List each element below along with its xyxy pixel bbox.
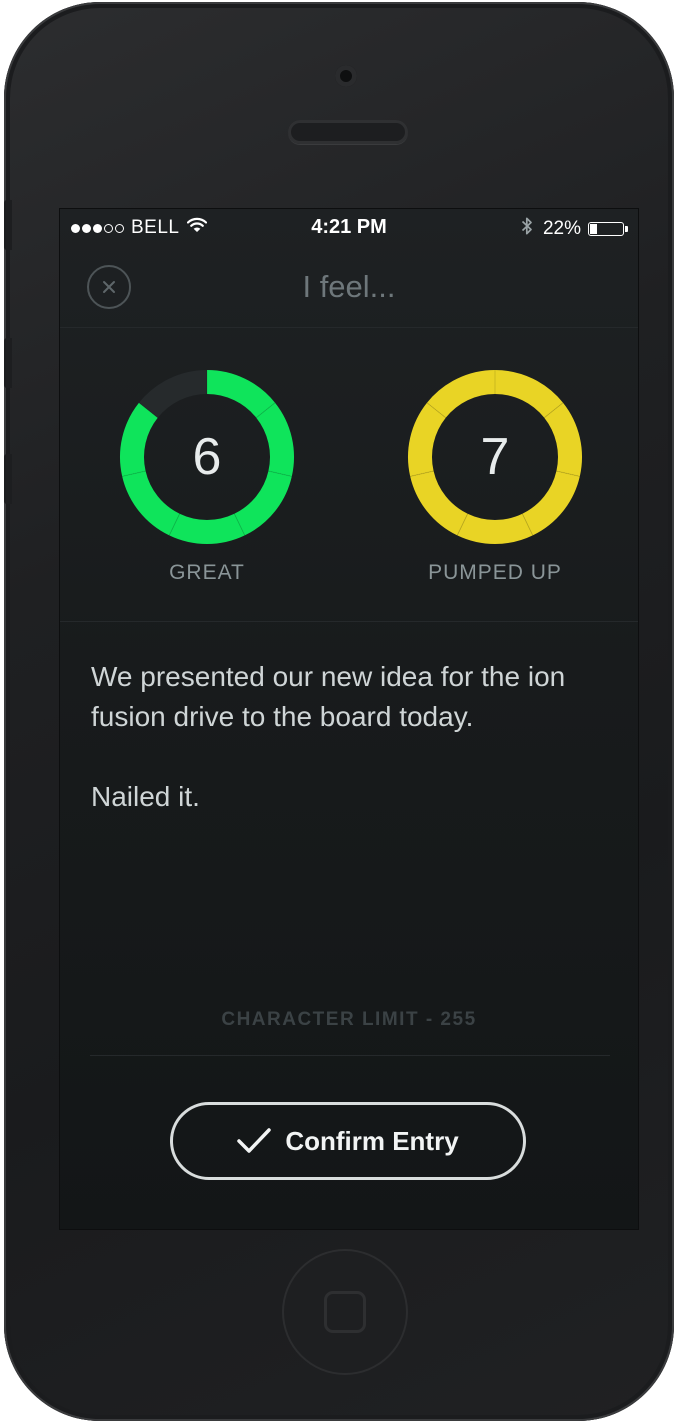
- mood-value: 6: [192, 428, 222, 486]
- entry-paragraph: We presented our new idea for the ion fu…: [91, 661, 566, 732]
- page-title: I feel...: [302, 269, 396, 304]
- divider: [90, 1055, 610, 1056]
- mute-switch: [4, 200, 12, 250]
- app-screen: BELL 4:21 PM 22% I feel... 6 GREAT 7 PUM…: [59, 208, 639, 1230]
- confirm-entry-button[interactable]: Confirm Entry: [170, 1102, 526, 1180]
- checkmark-icon: [237, 1128, 272, 1154]
- battery-icon: [588, 222, 628, 236]
- earpiece-speaker: [288, 120, 408, 144]
- header-bar: I feel...: [60, 245, 638, 328]
- phone-frame: BELL 4:21 PM 22% I feel... 6 GREAT 7 PUM…: [4, 2, 674, 1421]
- mood-label: GREAT: [169, 561, 245, 584]
- mood-value: 7: [480, 428, 510, 486]
- status-bar: BELL 4:21 PM 22%: [60, 209, 638, 245]
- mood-gauge-great[interactable]: 6 GREAT: [117, 367, 297, 584]
- bluetooth-icon: [521, 216, 533, 242]
- mood-gauge-pumped-up[interactable]: 7 PUMPED UP: [405, 367, 585, 584]
- character-limit: CHARACTER LIMIT - 255: [221, 1009, 477, 1030]
- status-right: 22%: [521, 216, 628, 242]
- mood-gauges: 6 GREAT 7 PUMPED UP: [60, 329, 638, 622]
- battery-percent: 22%: [542, 218, 581, 239]
- home-button-icon: [324, 1291, 366, 1333]
- journal-entry-text[interactable]: We presented our new idea for the ion fu…: [91, 657, 611, 857]
- confirm-entry-label: Confirm Entry: [285, 1125, 459, 1156]
- front-camera: [335, 65, 357, 87]
- mood-label: PUMPED UP: [428, 561, 562, 584]
- entry-paragraph: Nailed it.: [91, 781, 200, 812]
- volume-down-button: [4, 454, 12, 504]
- volume-up-button: [4, 338, 12, 388]
